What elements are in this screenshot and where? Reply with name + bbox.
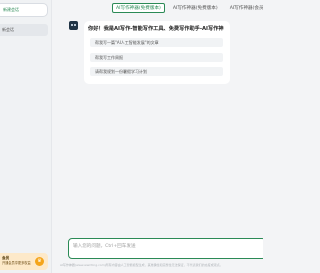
sidebar-history-item[interactable]: 新会话 bbox=[0, 24, 48, 36]
footer-disclaimer: AI写作神器(www.aiwriting.com)所有内容由人工智能模型生成，其… bbox=[60, 263, 223, 267]
tab-member[interactable]: AI写作神器(会员版本) bbox=[226, 3, 263, 13]
assistant-avatar bbox=[69, 21, 78, 30]
sidebar: 新建会话 新会话 会员 开通会员享更多权益 ♛ bbox=[0, 0, 52, 273]
membership-promo[interactable]: 会员 开通会员享更多权益 ♛ bbox=[0, 253, 48, 270]
promo-title: 会员 bbox=[2, 256, 10, 260]
app-root: 新建会话 新会话 会员 开通会员享更多权益 ♛ AI写作神器(免费版本) AI写… bbox=[0, 0, 263, 273]
suggestion-item[interactable]: 帮我写一篇"AI人工智能发展"的文章 bbox=[90, 38, 223, 47]
model-tabs: AI写作神器(免费版本) AI写作神器(免费版本) AI写作神器(会员版本) bbox=[112, 3, 263, 13]
new-chat-button[interactable]: 新建会话 bbox=[0, 3, 48, 17]
avatar-eye-left bbox=[71, 24, 73, 26]
tab-free-1[interactable]: AI写作神器(免费版本) bbox=[112, 3, 165, 13]
suggestion-item[interactable]: 帮我写工作周报 bbox=[90, 53, 223, 62]
assistant-message-card: 你好！我是AI写作-智能写作工具、免费写作助手-AI写作神 帮我写一篇"AI人工… bbox=[84, 21, 230, 84]
suggestion-item[interactable]: 请帮我规划一份暑假学习计划 bbox=[90, 67, 223, 76]
avatar-eye-right bbox=[74, 24, 76, 26]
tab-free-2[interactable]: AI写作神器(免费版本) bbox=[169, 3, 222, 13]
assistant-greeting: 你好！我是AI写作-智能写作工具、免费写作助手-AI写作神 bbox=[88, 26, 224, 32]
chat-input[interactable] bbox=[68, 238, 263, 259]
crown-icon: ♛ bbox=[35, 257, 44, 266]
promo-text: 会员 开通会员享更多权益 bbox=[2, 256, 31, 266]
promo-subtitle: 开通会员享更多权益 bbox=[2, 261, 31, 265]
